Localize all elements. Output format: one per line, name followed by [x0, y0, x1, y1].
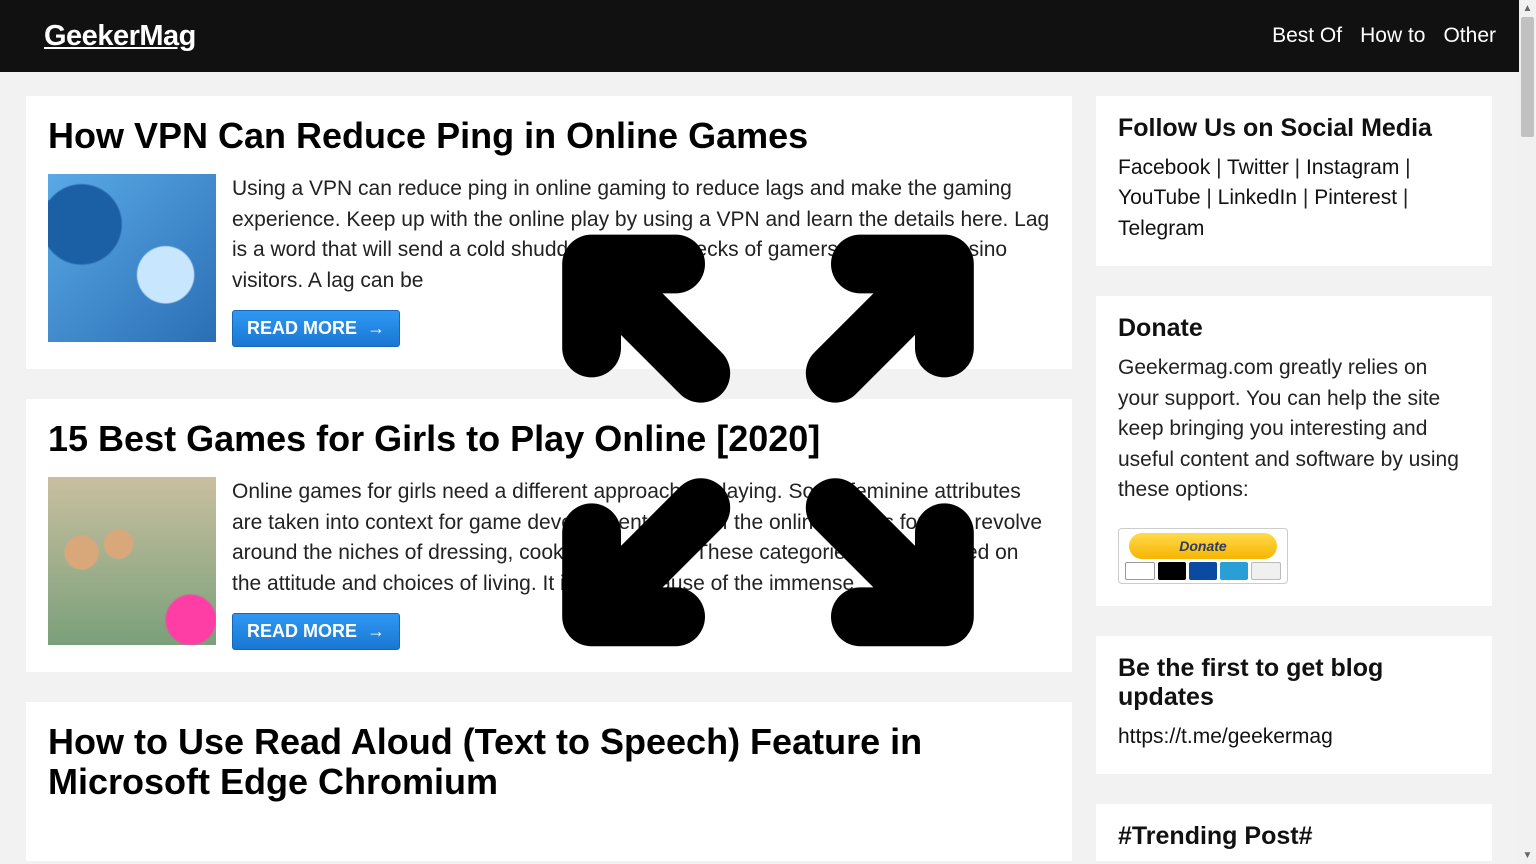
arrow-right-icon: →	[367, 621, 385, 642]
read-more-button[interactable]: READ MORE →	[232, 310, 400, 347]
sidebar-trending: #Trending Post#	[1096, 804, 1492, 861]
visa-icon	[1125, 562, 1155, 580]
sidebar-title: Follow Us on Social Media	[1118, 114, 1470, 143]
sidebar-follow: Follow Us on Social Media Facebook | Twi…	[1096, 96, 1492, 266]
social-pinterest[interactable]: Pinterest	[1314, 186, 1397, 209]
post-card: How to Use Read Aloud (Text to Speech) F…	[26, 702, 1072, 861]
card-icon	[1189, 562, 1217, 580]
scroll-down-button[interactable]: ▼	[1519, 847, 1536, 864]
donate-button-label: Donate	[1129, 533, 1277, 559]
nav-best-of[interactable]: Best Of	[1272, 24, 1342, 48]
read-more-button[interactable]: READ MORE →	[232, 613, 400, 650]
read-more-label: READ MORE	[247, 318, 357, 339]
payment-card-icons	[1125, 562, 1281, 580]
site-header: GeekerMag Best Of How to Other	[0, 0, 1536, 72]
post-thumbnail[interactable]	[48, 477, 216, 645]
scroll-up-button[interactable]: ▲	[1519, 0, 1536, 17]
nav-how-to[interactable]: How to	[1360, 24, 1425, 48]
nav-other[interactable]: Other	[1443, 24, 1496, 48]
telegram-link[interactable]: https://t.me/geekermag	[1118, 725, 1333, 748]
social-twitter[interactable]: Twitter	[1227, 156, 1289, 179]
social-instagram[interactable]: Instagram	[1306, 156, 1399, 179]
read-more-label: READ MORE	[247, 621, 357, 642]
primary-nav: Best Of How to Other	[1272, 24, 1496, 48]
sidebar-donate: Donate Geekermag.com greatly relies on y…	[1096, 296, 1492, 605]
post-title[interactable]: How to Use Read Aloud (Text to Speech) F…	[48, 722, 1050, 803]
thumb-badge: PN	[48, 200, 93, 236]
social-links: Facebook | Twitter | Instagram | YouTube…	[1118, 153, 1470, 244]
donate-text: Geekermag.com greatly relies on your sup…	[1118, 353, 1470, 505]
social-telegram[interactable]: Telegram	[1118, 217, 1204, 240]
maximize-icon[interactable]	[558, 230, 978, 650]
social-facebook[interactable]: Facebook	[1118, 156, 1210, 179]
scrollbar-thumb[interactable]	[1521, 17, 1534, 137]
sidebar-title: Be the first to get blog updates	[1118, 654, 1470, 712]
mastercard-icon	[1158, 562, 1186, 580]
post-thumbnail[interactable]: PN	[48, 174, 216, 342]
vertical-scrollbar[interactable]: ▲ ▼	[1519, 0, 1536, 864]
sidebar-updates: Be the first to get blog updates https:/…	[1096, 636, 1492, 774]
social-youtube[interactable]: YouTube	[1118, 186, 1201, 209]
sidebar: Follow Us on Social Media Facebook | Twi…	[1096, 96, 1492, 864]
amex-icon	[1220, 562, 1248, 580]
post-title[interactable]: How VPN Can Reduce Ping in Online Games	[48, 116, 1050, 156]
arrow-right-icon: →	[367, 318, 385, 339]
site-logo[interactable]: GeekerMag	[44, 20, 196, 53]
sidebar-title: Donate	[1118, 314, 1470, 343]
social-linkedin[interactable]: LinkedIn	[1218, 186, 1297, 209]
discover-icon	[1251, 562, 1281, 580]
donate-button[interactable]: Donate	[1118, 528, 1288, 584]
sidebar-title: #Trending Post#	[1118, 822, 1470, 851]
